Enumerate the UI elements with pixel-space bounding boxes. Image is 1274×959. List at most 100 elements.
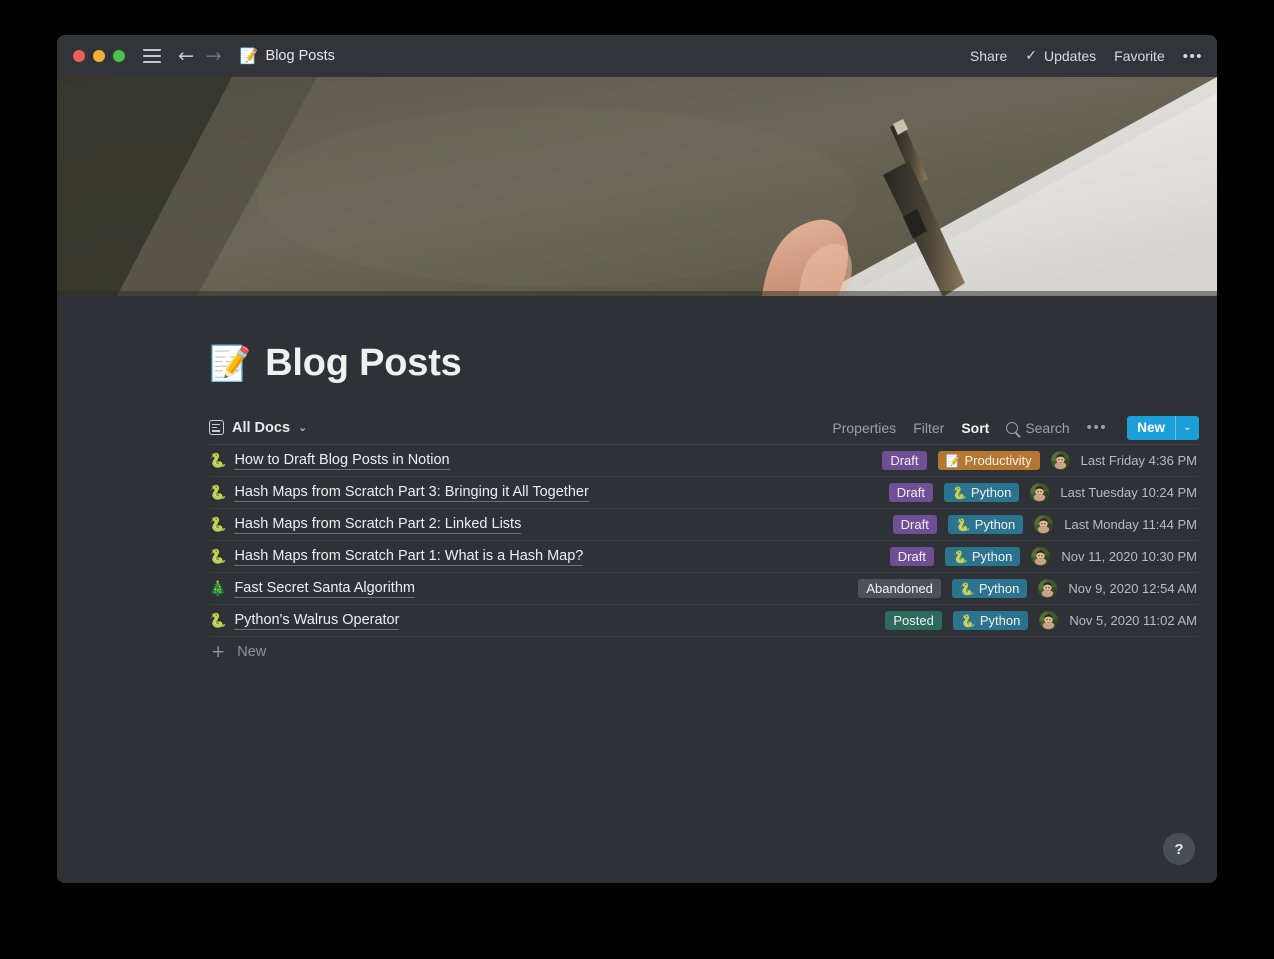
row-properties: Draft 📝 Productivity Last Friday 4:36 PM (882, 451, 1197, 470)
topic-tag[interactable]: 🐍 Python (951, 579, 1028, 598)
view-tab-label: All Docs (232, 419, 291, 436)
row-title-link[interactable]: Hash Maps from Scratch Part 3: Bringing … (234, 484, 589, 502)
new-button[interactable]: New ⌄ (1127, 415, 1199, 440)
status-badge-label: Posted (893, 613, 934, 628)
topic-tag-label: Productivity (964, 453, 1032, 468)
topic-tag-emoji-icon: 🐍 (959, 581, 975, 596)
table-row[interactable]: 🐍 Hash Maps from Scratch Part 1: What is … (209, 541, 1199, 573)
topic-tag-label: Python (971, 549, 1013, 564)
filter-button[interactable]: Filter (913, 420, 944, 436)
new-button-dropdown-icon[interactable]: ⌄ (1175, 415, 1199, 440)
row-properties: Draft 🐍 Python Nov 11, 2020 10:30 PM (889, 547, 1197, 566)
row-title-cell[interactable]: 🐍 Python's Walrus Operator (209, 612, 400, 630)
topic-tag[interactable]: 🐍 Python (947, 515, 1024, 534)
status-badge-label: Draft (900, 517, 929, 532)
topic-tag[interactable]: 📝 Productivity (937, 451, 1040, 470)
topic-tag-emoji-icon: 🐍 (952, 549, 968, 564)
row-title-cell[interactable]: 🐍 Hash Maps from Scratch Part 1: What is … (209, 548, 584, 566)
topic-tag[interactable]: 🐍 Python (944, 547, 1021, 566)
app-window: ← → 📝 Blog Posts Share ✓ Updates Favorit… (57, 35, 1217, 883)
row-properties: Posted 🐍 Python Nov 5, 2020 11:02 AM (885, 611, 1197, 630)
status-badge[interactable]: Draft (889, 547, 934, 566)
row-emoji-icon: 🐍 (209, 548, 227, 565)
updates-button[interactable]: ✓ Updates (1025, 48, 1096, 64)
properties-button[interactable]: Properties (832, 420, 896, 436)
status-badge-label: Draft (896, 485, 925, 500)
row-title-link[interactable]: Python's Walrus Operator (234, 612, 400, 630)
topic-tag-emoji-icon: 📝 (945, 453, 961, 468)
row-properties: Draft 🐍 Python Last Tuesday 10:24 PM (888, 483, 1197, 502)
row-emoji-icon: 🐍 (209, 516, 227, 533)
avatar (1034, 515, 1054, 534)
list-view-icon (209, 420, 224, 435)
page-cover-image[interactable] (57, 77, 1217, 296)
maximize-window-icon[interactable] (113, 50, 125, 62)
row-emoji-icon: 🐍 (209, 484, 227, 501)
forward-arrow-icon[interactable]: → (206, 46, 222, 66)
status-badge[interactable]: Abandoned (858, 579, 941, 598)
page-title-emoji-icon: 📝 (209, 343, 252, 384)
new-button-label: New (1127, 415, 1175, 440)
back-arrow-icon[interactable]: ← (178, 46, 194, 66)
topic-tag-emoji-icon: 🐍 (951, 485, 967, 500)
add-row-button[interactable]: + New (209, 637, 1199, 667)
table-row[interactable]: 🎄 Fast Secret Santa Algorithm Abandoned 🐍 Py… (209, 573, 1199, 605)
breadcrumb-emoji-icon: 📝 (239, 46, 259, 65)
plus-icon: + (211, 641, 226, 662)
share-button[interactable]: Share (970, 48, 1007, 64)
view-tab-all-docs[interactable]: All Docs ⌄ (209, 420, 307, 436)
avatar (1030, 483, 1050, 502)
avatar (1038, 579, 1058, 598)
status-badge[interactable]: Draft (892, 515, 937, 534)
row-title-cell[interactable]: 🐍 Hash Maps from Scratch Part 3: Bringing… (209, 484, 589, 502)
row-title-link[interactable]: Hash Maps from Scratch Part 2: Linked Li… (234, 516, 522, 534)
status-badge[interactable]: Draft (888, 483, 933, 502)
status-badge[interactable]: Draft (882, 451, 927, 470)
close-window-icon[interactable] (73, 50, 85, 62)
database-more-icon[interactable]: ••• (1087, 419, 1108, 436)
page-title-text: Blog Posts (265, 342, 462, 384)
table-row[interactable]: 🐍 How to Draft Blog Posts in Notion Draft 📝… (209, 445, 1199, 477)
database-toolbar: All Docs ⌄ Properties Filter Sort Search… (209, 411, 1199, 444)
row-title-cell[interactable]: 🐍 How to Draft Blog Posts in Notion (209, 452, 450, 470)
row-title-link[interactable]: Fast Secret Santa Algorithm (234, 580, 415, 598)
hamburger-menu-icon[interactable] (143, 49, 161, 63)
topic-tag[interactable]: 🐍 Python (952, 611, 1029, 630)
table-row[interactable]: 🐍 Hash Maps from Scratch Part 2: Linked L… (209, 509, 1199, 541)
topic-tag-label: Python (974, 517, 1016, 532)
more-options-icon[interactable]: ••• (1183, 48, 1203, 65)
row-title-cell[interactable]: 🐍 Hash Maps from Scratch Part 2: Linked L… (209, 516, 522, 534)
minimize-window-icon[interactable] (93, 50, 105, 62)
row-emoji-icon: 🎄 (209, 580, 227, 597)
row-title-link[interactable]: How to Draft Blog Posts in Notion (234, 452, 450, 470)
row-emoji-icon: 🐍 (209, 612, 227, 629)
sort-button[interactable]: Sort (961, 420, 989, 436)
status-badge-label: Draft (890, 453, 919, 468)
row-date: Nov 11, 2020 10:30 PM (1061, 549, 1197, 564)
topic-tag-label: Python (979, 613, 1021, 628)
topic-tag[interactable]: 🐍 Python (943, 483, 1020, 502)
screen: ← → 📝 Blog Posts Share ✓ Updates Favorit… (0, 0, 1274, 959)
status-badge-label: Abandoned (866, 581, 933, 596)
avatar (1050, 451, 1070, 470)
favorite-button[interactable]: Favorite (1114, 48, 1165, 64)
table-row[interactable]: 🐍 Hash Maps from Scratch Part 3: Bringing… (209, 477, 1199, 509)
row-date: Nov 5, 2020 11:02 AM (1069, 613, 1197, 628)
database-actions: Properties Filter Sort Search ••• New ⌄ (832, 415, 1199, 440)
help-label: ? (1174, 840, 1184, 858)
row-properties: Draft 🐍 Python Last Monday 11:44 PM (892, 515, 1197, 534)
breadcrumb[interactable]: 📝 Blog Posts (240, 48, 335, 64)
topic-tag-emoji-icon: 🐍 (960, 613, 976, 628)
table-row[interactable]: 🐍 Python's Walrus Operator Posted 🐍 Python No… (209, 605, 1199, 637)
topic-tag-label: Python (978, 581, 1020, 596)
row-title-cell[interactable]: 🎄 Fast Secret Santa Algorithm (209, 580, 415, 598)
status-badge[interactable]: Posted (885, 611, 942, 630)
favorite-label: Favorite (1114, 48, 1165, 64)
page-title[interactable]: 📝 Blog Posts (209, 342, 462, 385)
row-title-link[interactable]: Hash Maps from Scratch Part 1: What is a… (234, 548, 584, 566)
traffic-lights (73, 50, 125, 62)
avatar (1039, 611, 1059, 630)
help-button[interactable]: ? (1163, 833, 1195, 865)
search-button[interactable]: Search (1006, 419, 1070, 436)
search-label: Search (1025, 419, 1070, 436)
